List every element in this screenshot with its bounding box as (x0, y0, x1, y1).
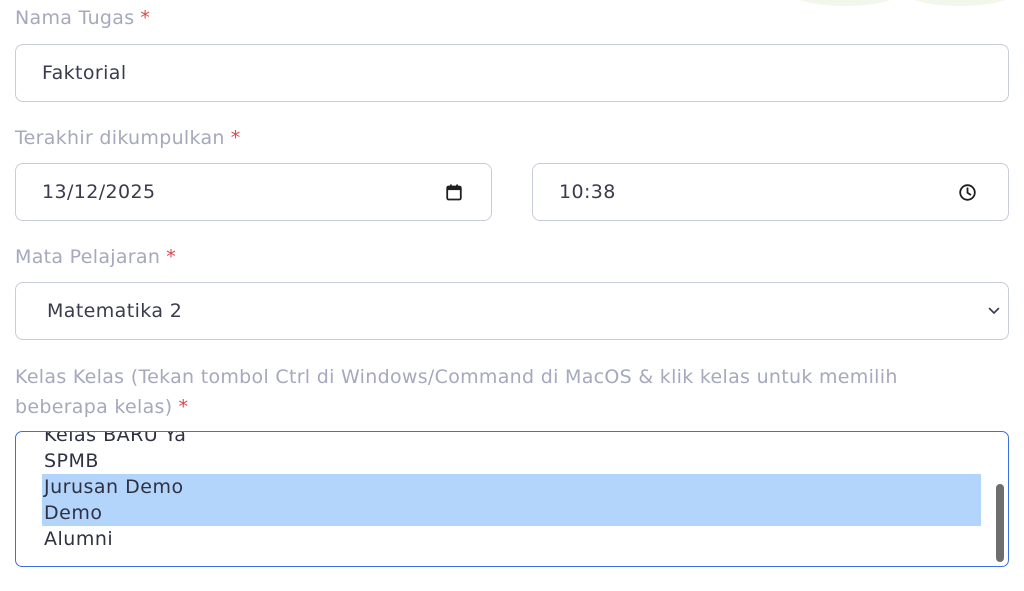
deadline-time-input[interactable]: 10:38 (532, 163, 1009, 221)
deadline-date-input[interactable]: 13/12/2025 (15, 163, 492, 221)
subject-label: Mata Pelajaran * (15, 242, 176, 272)
listbox-scrollbar[interactable] (996, 484, 1004, 562)
required-mark: * (178, 396, 189, 418)
classes-options: Kelas BARU Ya SPMB Jurusan Demo Demo Alu… (16, 432, 988, 552)
classes-label-line2: beberapa kelas) (15, 396, 173, 418)
deadline-label-text: Terakhir dikumpulkan (15, 127, 225, 149)
classes-label-line1: Kelas Kelas (Tekan tombol Ctrl di Window… (15, 366, 898, 388)
class-option[interactable]: Kelas BARU Ya (16, 432, 988, 448)
chevron-down-icon (985, 302, 1003, 320)
task-name-value: Faktorial (42, 62, 127, 84)
calendar-icon[interactable] (445, 183, 463, 201)
subject-select[interactable]: Matematika 2 (15, 282, 1009, 340)
required-mark: * (230, 127, 241, 149)
class-option[interactable]: SPMB (16, 448, 988, 474)
decorative-shape (790, 0, 900, 6)
classes-multiselect[interactable]: Kelas BARU Ya SPMB Jurusan Demo Demo Alu… (15, 431, 1009, 567)
required-mark: * (166, 246, 176, 268)
class-option-selected[interactable]: Jurusan Demo (42, 474, 981, 500)
task-name-label: Nama Tugas * (15, 3, 150, 33)
task-name-label-text: Nama Tugas (15, 7, 135, 29)
deadline-label: Terakhir dikumpulkan * (15, 123, 241, 153)
classes-label: Kelas Kelas (Tekan tombol Ctrl di Window… (15, 362, 1005, 422)
deadline-date-value: 13/12/2025 (42, 181, 156, 203)
task-name-input[interactable]: Faktorial (15, 44, 1009, 102)
required-mark: * (140, 7, 151, 29)
class-option[interactable]: Alumni (16, 526, 988, 552)
class-option-selected[interactable]: Demo (42, 500, 981, 526)
deadline-time-value: 10:38 (559, 181, 616, 203)
clock-icon[interactable] (958, 183, 976, 201)
subject-label-text: Mata Pelajaran (15, 246, 161, 268)
decorative-shape (905, 0, 1015, 6)
subject-selected-value: Matematika 2 (47, 300, 183, 322)
assignment-form: Nama Tugas * Faktorial Terakhir dikumpulk… (0, 0, 1024, 591)
